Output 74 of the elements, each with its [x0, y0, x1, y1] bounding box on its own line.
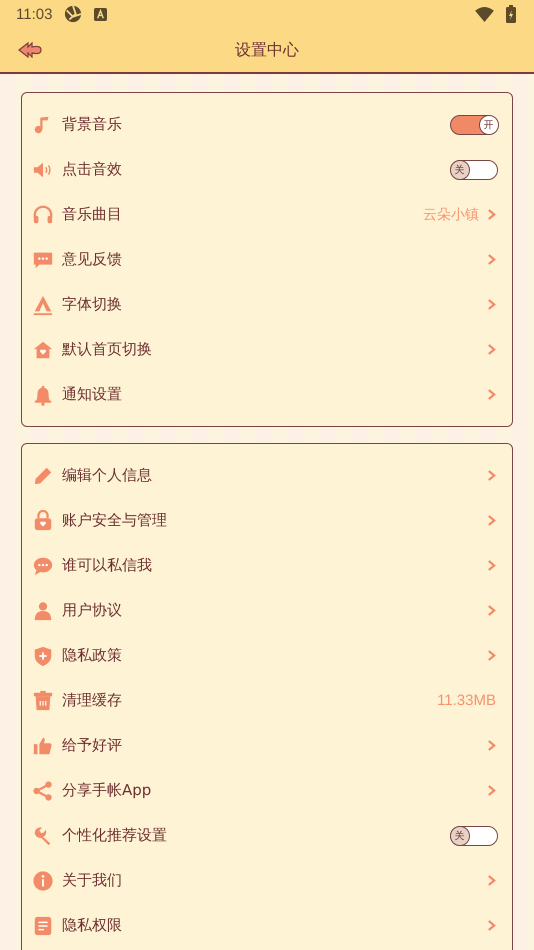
- chevron-right-icon: [487, 208, 496, 221]
- screen-title: 设置中心: [235, 40, 299, 60]
- settings-row[interactable]: 意见反馈: [22, 237, 512, 282]
- row-label: 用户协议: [62, 601, 123, 620]
- settings-row[interactable]: 谁可以私信我: [22, 543, 512, 588]
- row-label: 谁可以私信我: [62, 556, 153, 575]
- shield-icon: [32, 644, 54, 666]
- settings-row[interactable]: 给予好评: [22, 723, 512, 768]
- chevron-right-icon: [487, 739, 496, 752]
- chevron-right-icon: [487, 388, 496, 401]
- row-value: 云朵小镇: [423, 206, 479, 224]
- settings-row[interactable]: 关于我们: [22, 858, 512, 903]
- chevron-right-icon: [487, 784, 496, 797]
- status-time: 11:03: [16, 6, 52, 22]
- chevron-right-icon: [487, 649, 496, 662]
- row-label: 隐私政策: [62, 646, 123, 665]
- person-icon: [32, 600, 54, 622]
- row-label: 账户安全与管理: [62, 511, 168, 530]
- toggle-switch[interactable]: 开: [450, 114, 498, 134]
- row-label: 给予好评: [62, 736, 123, 755]
- chevron-right-icon: [487, 604, 496, 617]
- padlock-icon: [32, 510, 54, 532]
- info-icon: [32, 870, 54, 892]
- row-value: 11.33MB: [437, 692, 496, 709]
- settings-row[interactable]: 音乐曲目 云朵小镇: [22, 192, 512, 237]
- settings-row[interactable]: 个性化推荐设置 关: [22, 813, 512, 858]
- toggle-knob: 开: [478, 114, 498, 134]
- settings-row[interactable]: 隐私政策: [22, 633, 512, 678]
- row-label: 通知设置: [62, 385, 123, 404]
- row-label: 清理缓存: [62, 691, 123, 710]
- settings-row[interactable]: 清理缓存 11.33MB: [22, 678, 512, 723]
- toggle-knob: 关: [450, 160, 470, 180]
- settings-row[interactable]: 点击音效 关: [22, 147, 512, 192]
- row-label: 分享手帐App: [62, 781, 152, 800]
- chevron-right-icon: [487, 919, 496, 932]
- row-label: 点击音效: [62, 160, 123, 179]
- row-label: 意见反馈: [62, 250, 123, 269]
- row-label: 隐私权限: [62, 916, 123, 935]
- battery-icon: [506, 5, 516, 23]
- row-label: 音乐曲目: [62, 205, 123, 224]
- chevron-right-icon: [487, 253, 496, 266]
- bell-icon: [32, 384, 54, 406]
- settings-row[interactable]: 编辑个人信息: [22, 453, 512, 498]
- row-label: 字体切换: [62, 295, 123, 314]
- chevron-right-icon: [487, 559, 496, 572]
- settings-row[interactable]: 背景音乐 开: [22, 102, 512, 147]
- toggle-switch[interactable]: 关: [450, 826, 498, 846]
- chevron-right-icon: [487, 298, 496, 311]
- settings-row[interactable]: 通知设置: [22, 372, 512, 417]
- row-label: 默认首页切换: [62, 340, 153, 359]
- row-label: 关于我们: [62, 871, 123, 890]
- toggle-knob: 关: [450, 826, 470, 846]
- settings-row[interactable]: 隐私权限: [22, 903, 512, 948]
- share-icon: [32, 780, 54, 802]
- chevron-right-icon: [487, 343, 496, 356]
- toggle-switch[interactable]: 关: [450, 160, 498, 180]
- settings-row[interactable]: 字体切换: [22, 282, 512, 327]
- chevron-right-icon: [487, 514, 496, 527]
- row-label: 个性化推荐设置: [62, 826, 168, 845]
- settings-row[interactable]: 账户安全与管理: [22, 498, 512, 543]
- headphones-icon: [32, 204, 54, 226]
- settings-row[interactable]: 默认首页切换: [22, 327, 512, 372]
- chevron-right-icon: [487, 469, 496, 482]
- letter-a-icon: [94, 8, 108, 20]
- document-icon: [32, 914, 54, 936]
- row-label: 编辑个人信息: [62, 466, 153, 485]
- trash-can-icon: [32, 690, 54, 712]
- back-arrow-icon[interactable]: [18, 42, 42, 58]
- chevron-right-icon: [487, 874, 496, 887]
- settings-row[interactable]: 用户协议: [22, 588, 512, 633]
- letter-a-icon: [32, 294, 54, 316]
- row-label: 背景音乐: [62, 115, 123, 134]
- settings-row[interactable]: 分享手帐App: [22, 768, 512, 813]
- wifi-icon: [475, 6, 494, 22]
